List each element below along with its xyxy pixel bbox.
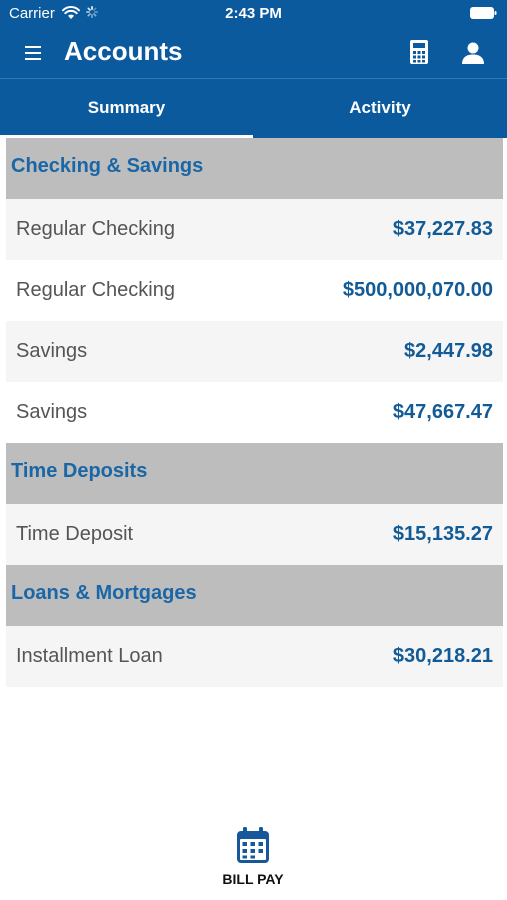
account-balance: $30,218.21 [392, 645, 493, 667]
account-name: Regular Checking [16, 218, 175, 240]
calendar-icon [237, 827, 269, 863]
app-header: Carrier 2:43 PM Accounts Summary Activit… [0, 0, 507, 139]
section-header-checking-savings: Checking & Savings [6, 138, 503, 199]
bill-pay-label: BILL PAY [222, 871, 284, 887]
calculator-button[interactable] [408, 38, 432, 68]
account-row[interactable]: Savings $47,667.47 [6, 382, 503, 443]
section-title: Loans & Mortgages [11, 582, 197, 604]
account-balance: $47,667.47 [392, 401, 493, 423]
tab-activity[interactable]: Activity [253, 79, 507, 138]
account-name: Savings [16, 401, 88, 423]
menu-button[interactable] [22, 40, 46, 66]
account-name: Installment Loan [16, 645, 163, 667]
calculator-icon [410, 40, 428, 64]
account-balance: $2,447.98 [404, 340, 493, 362]
accounts-list: Checking & Savings Regular Checking $37,… [6, 138, 503, 687]
account-row[interactable]: Time Deposit $15,135.27 [6, 504, 503, 565]
page-title: Accounts [64, 36, 183, 66]
section-title: Checking & Savings [11, 155, 204, 177]
section-title: Time Deposits [11, 460, 148, 482]
account-balance: $37,227.83 [392, 218, 493, 240]
account-row[interactable]: Installment Loan $30,218.21 [6, 626, 503, 687]
section-header-loans-mortgages: Loans & Mortgages [6, 565, 503, 626]
bill-pay-button[interactable]: BILL PAY [203, 825, 303, 890]
account-row[interactable]: Regular Checking $500,000,070.00 [6, 260, 503, 321]
account-balance: $500,000,070.00 [342, 279, 493, 301]
section-header-time-deposits: Time Deposits [6, 443, 503, 504]
account-balance: $15,135.27 [392, 523, 493, 545]
status-bar: Carrier 2:43 PM [0, 0, 507, 28]
battery-icon [470, 7, 497, 19]
tab-bar: Summary Activity [0, 78, 507, 139]
account-name: Savings [16, 340, 88, 362]
account-row[interactable]: Regular Checking $37,227.83 [6, 199, 503, 260]
status-time: 2:43 PM [225, 5, 282, 22]
account-row[interactable]: Savings $2,447.98 [6, 321, 503, 382]
account-name: Regular Checking [16, 279, 175, 301]
hamburger-menu-icon [25, 46, 41, 60]
profile-button[interactable] [461, 40, 485, 66]
account-name: Time Deposit [16, 523, 134, 545]
user-icon [462, 42, 484, 64]
navigation-bar: Accounts [0, 28, 507, 78]
tab-summary[interactable]: Summary [0, 79, 253, 138]
